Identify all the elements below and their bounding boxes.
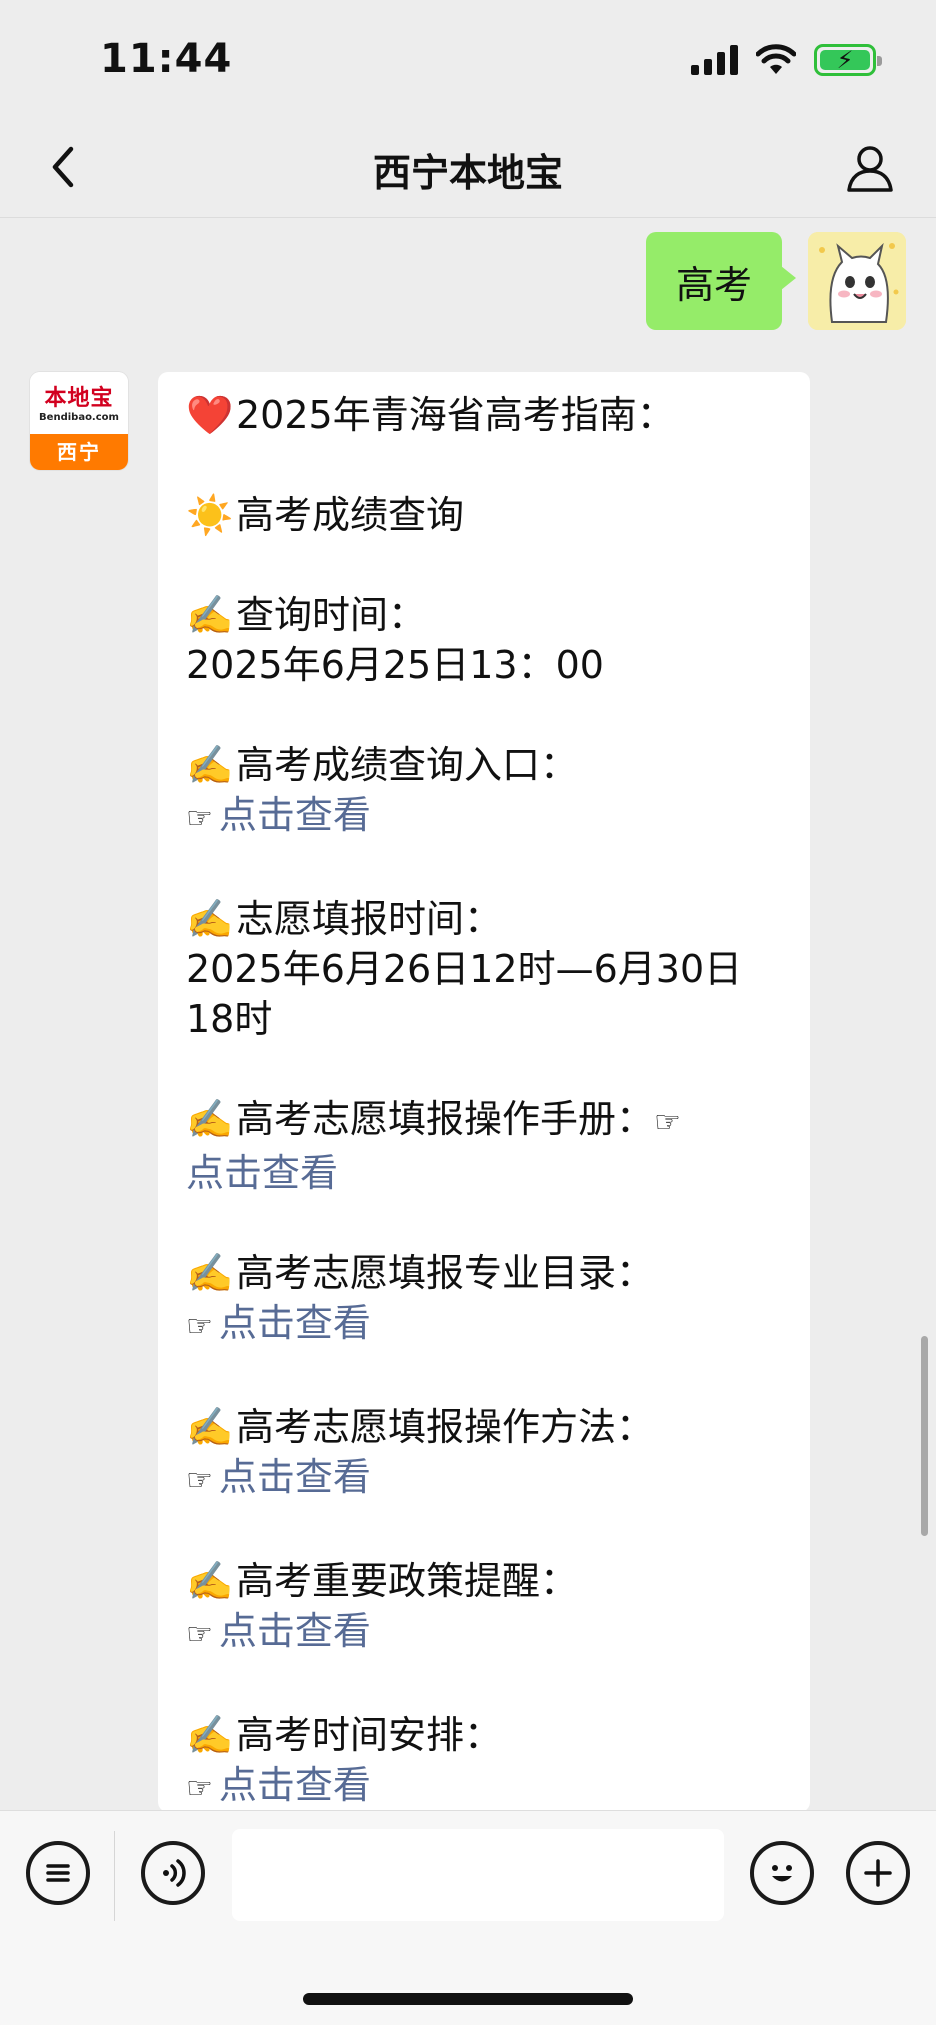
outgoing-text: 高考 — [675, 262, 752, 307]
menu-toggle-button[interactable] — [26, 1841, 90, 1905]
logo-text: 本地宝 — [44, 386, 114, 411]
person-icon — [847, 146, 893, 192]
smiley-icon — [772, 1865, 792, 1882]
manual-link-row: 点击查看 — [186, 1148, 776, 1198]
score-entry-link-row: ☞ 点击查看 — [186, 790, 776, 844]
schedule-link[interactable]: 点击查看 — [219, 1763, 371, 1807]
query-time-label: ✍️查询时间： — [186, 590, 776, 640]
writing-hand-icon: ✍️ — [186, 1559, 234, 1603]
section-heading: ☀️高考成绩查询 — [186, 490, 776, 540]
more-options-button[interactable] — [846, 1841, 910, 1905]
score-entry-link[interactable]: 点击查看 — [219, 793, 371, 837]
writing-hand-icon: ✍️ — [186, 1713, 234, 1757]
bendibao-logo: 本地宝 Bendibao.com — [30, 372, 128, 434]
plus-icon — [864, 1859, 892, 1887]
method-link-row: ☞ 点击查看 — [186, 1452, 776, 1506]
writing-hand-icon: ✍️ — [186, 1405, 234, 1449]
voice-button[interactable] — [141, 1841, 205, 1905]
pointing-hand-icon: ☞ — [186, 1463, 213, 1498]
policy-link-row: ☞ 点击查看 — [186, 1606, 776, 1660]
method-link[interactable]: 点击查看 — [219, 1455, 371, 1499]
schedule-link-row: ☞ 点击查看 — [186, 1760, 776, 1812]
outgoing-bubble[interactable]: 高考 — [645, 232, 797, 330]
bendibao-avatar[interactable]: 本地宝 Bendibao.com 西宁 — [30, 372, 128, 470]
policy-label: ✍️高考重要政策提醒： — [186, 1556, 776, 1606]
major-catalog-link[interactable]: 点击查看 — [219, 1301, 371, 1345]
input-bar — [0, 1810, 936, 2025]
writing-hand-icon: ✍️ — [186, 743, 234, 787]
outgoing-message: 高考 — [645, 232, 906, 330]
schedule-label: ✍️高考时间安排： — [186, 1710, 776, 1760]
manual-label: ✍️高考志愿填报操作手册：☞ — [186, 1094, 776, 1148]
divider — [114, 1831, 115, 1921]
major-catalog-label: ✍️高考志愿填报专业目录： — [186, 1248, 776, 1298]
writing-hand-icon: ✍️ — [186, 897, 234, 941]
incoming-bubble: ❤️2025年青海省高考指南： ☀️高考成绩查询 ✍️查询时间： 2025年6月… — [158, 372, 810, 1812]
major-catalog-link-row: ☞ 点击查看 — [186, 1298, 776, 1352]
method-label: ✍️高考志愿填报操作方法： — [186, 1402, 776, 1452]
pointing-hand-icon: ☞ — [186, 1771, 213, 1806]
status-bar: 11:44 ⚡ — [0, 0, 936, 120]
nav-bar: 西宁本地宝 — [0, 120, 936, 218]
logo-city: 西宁 — [30, 434, 128, 470]
wifi-icon — [756, 44, 796, 74]
home-indicator[interactable] — [303, 1993, 633, 2005]
fill-time-label: ✍️志愿填报时间： — [186, 894, 776, 944]
score-entry-label: ✍️高考成绩查询入口： — [186, 740, 776, 790]
pointing-hand-icon: ☞ — [654, 1105, 681, 1140]
pointing-hand-icon: ☞ — [186, 801, 213, 836]
guide-title: ❤️2025年青海省高考指南： — [186, 390, 776, 440]
query-time-value: 2025年6月25日13：00 — [186, 643, 604, 687]
pointing-hand-icon: ☞ — [186, 1309, 213, 1344]
cellular-signal-icon — [691, 45, 738, 75]
writing-hand-icon: ✍️ — [186, 1251, 234, 1295]
fill-time-value: 2025年6月26日12时—6月30日 — [186, 947, 743, 991]
scrollbar[interactable] — [921, 1336, 928, 1536]
policy-link[interactable]: 点击查看 — [219, 1609, 371, 1653]
status-icons: ⚡ — [691, 44, 882, 76]
voice-icon — [163, 1859, 186, 1887]
emoji-button[interactable] — [750, 1841, 814, 1905]
cartoon-cat-avatar-icon — [808, 232, 906, 330]
user-avatar[interactable] — [808, 232, 906, 330]
writing-hand-icon: ✍️ — [186, 593, 234, 637]
battery-icon: ⚡ — [814, 44, 882, 76]
writing-hand-icon: ✍️ — [186, 1097, 234, 1141]
pointing-hand-icon: ☞ — [186, 1617, 213, 1652]
profile-button[interactable] — [842, 140, 898, 196]
manual-link[interactable]: 点击查看 — [186, 1151, 338, 1195]
fill-time-value-cont: 18时 — [186, 997, 273, 1041]
chat-screen: 11:44 ⚡ 西宁本地宝 高考 本地宝 Bendibao.com 西宁 ❤️2… — [0, 0, 936, 2025]
status-time: 11:44 — [100, 36, 233, 82]
message-input[interactable] — [232, 1829, 724, 1921]
heart-icon: ❤️ — [186, 393, 234, 437]
logo-domain-text: Bendibao.com — [39, 412, 119, 423]
sun-icon: ☀️ — [186, 493, 234, 537]
chat-title: 西宁本地宝 — [372, 151, 563, 195]
list-icon — [46, 1864, 70, 1882]
